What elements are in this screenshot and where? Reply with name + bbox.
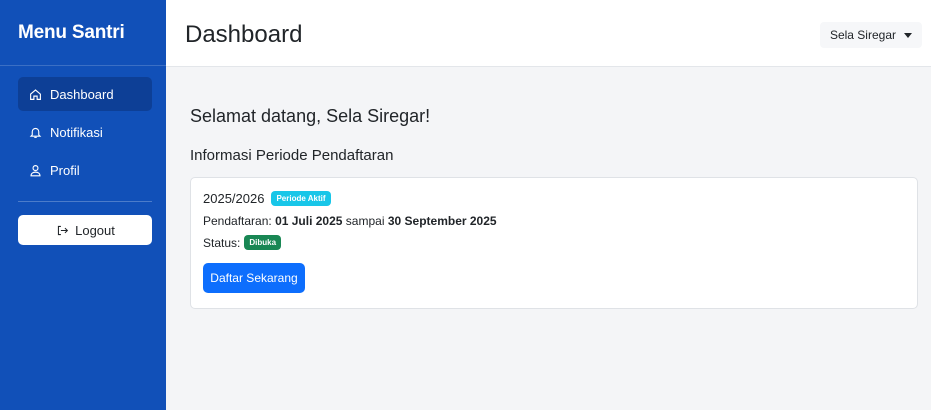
page-title: Dashboard xyxy=(185,21,303,48)
period-year: 2025/2026 xyxy=(203,191,265,206)
sidebar-item-label: Profil xyxy=(50,162,80,178)
start-date: 01 Juli 2025 xyxy=(275,214,343,228)
logout-icon xyxy=(55,223,69,237)
home-icon xyxy=(28,87,42,101)
sidebar-item-profil[interactable]: Profil xyxy=(18,153,152,187)
registration-prefix: Pendaftaran: xyxy=(203,214,272,228)
bell-icon xyxy=(28,125,42,139)
period-year-row: 2025/2026 Periode Aktif xyxy=(203,191,917,206)
sidebar-item-label: Dashboard xyxy=(50,86,114,102)
sidebar-item-label: Notifikasi xyxy=(50,124,103,140)
sidebar-item-notifikasi[interactable]: Notifikasi xyxy=(18,115,152,149)
user-menu-dropdown[interactable]: Sela Siregar xyxy=(819,22,922,48)
active-period-badge: Periode Aktif xyxy=(271,191,331,206)
logout-button[interactable]: Logout xyxy=(18,215,152,245)
welcome-heading: Selamat datang, Sela Siregar! xyxy=(190,106,431,126)
header: Dashboard Sela Siregar xyxy=(166,0,931,67)
status-badge: Dibuka xyxy=(244,235,282,250)
user-name: Sela Siregar xyxy=(829,28,896,42)
sidebar-divider xyxy=(18,201,152,202)
period-card: 2025/2026 Periode Aktif Pendaftaran: 01 … xyxy=(190,177,918,309)
sidebar-brand: Menu Santri xyxy=(0,0,166,66)
sidebar-nav: Dashboard Notifikasi Profil Logout xyxy=(0,66,166,245)
registration-dates: Pendaftaran: 01 Juli 2025 sampai 30 Sept… xyxy=(203,214,917,228)
logout-label: Logout xyxy=(75,222,115,238)
date-connector: sampai xyxy=(345,214,385,228)
section-title: Informasi Periode Pendaftaran xyxy=(190,147,394,164)
status-row: Status: Dibuka xyxy=(203,235,917,250)
caret-down-icon xyxy=(904,32,912,38)
user-icon xyxy=(28,163,42,177)
register-now-button[interactable]: Daftar Sekarang xyxy=(203,263,305,293)
sidebar: Menu Santri Dashboard Notifikasi Profil … xyxy=(0,0,166,410)
end-date: 30 September 2025 xyxy=(387,214,497,228)
status-label: Status: xyxy=(203,235,241,250)
sidebar-item-dashboard[interactable]: Dashboard xyxy=(18,77,152,111)
